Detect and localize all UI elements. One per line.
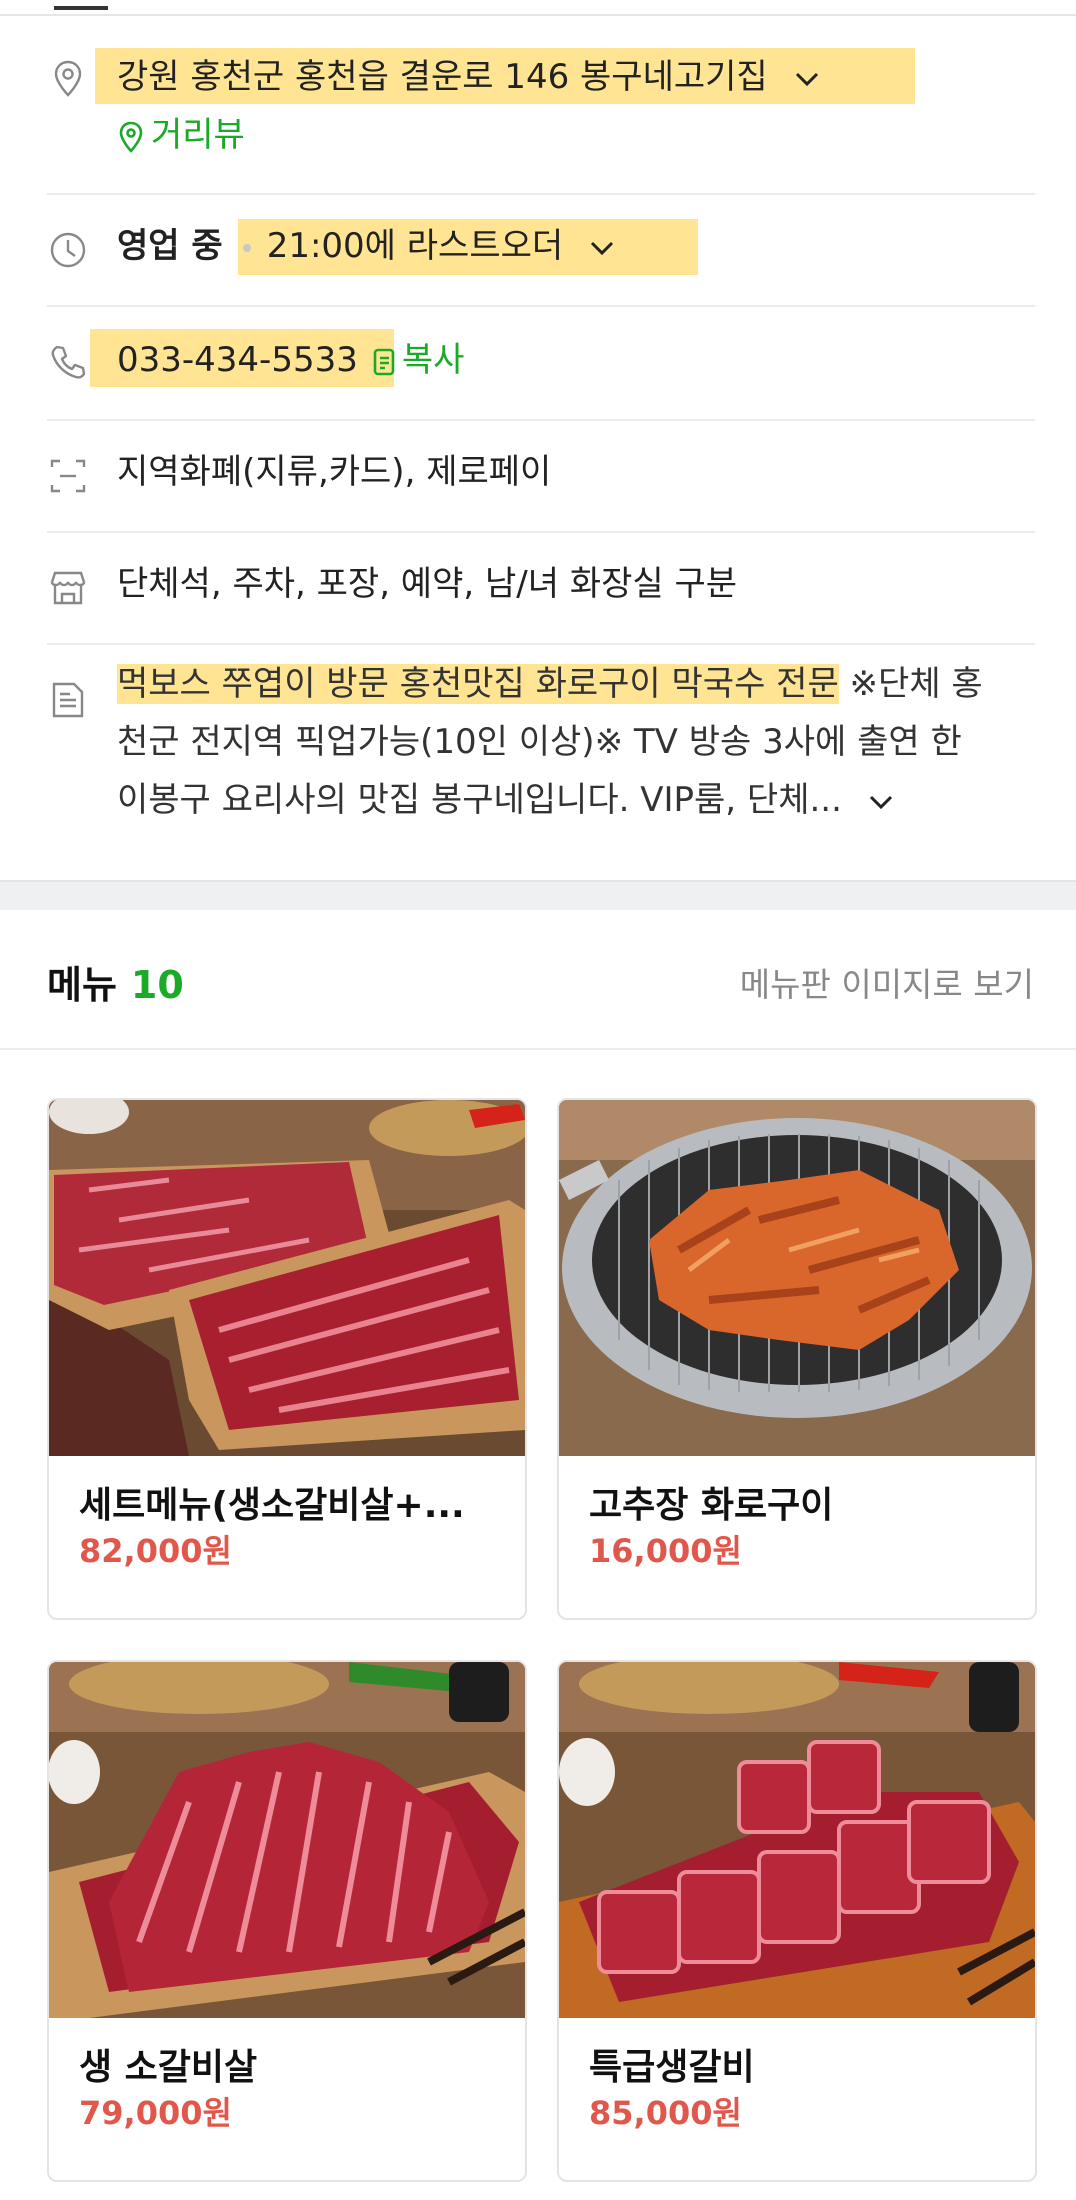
menu-name: 생 소갈비살: [79, 2047, 258, 2088]
description-line2: 천군 전지역 픽업가능(10인 이상)※ TV 방송 3사에 출연 한: [117, 722, 962, 762]
phone-row: 033-434-5533 복사: [47, 305, 1035, 421]
description-line3: 이봉구 요리사의 맛집 봉구네입니다. VIP룸, 단체...: [117, 780, 842, 820]
menu-name: 세트메뉴(생소갈비살+...: [79, 1485, 465, 1526]
phone-line: 033-434-5533 복사: [117, 337, 464, 383]
phone-number[interactable]: 033-434-5533: [117, 340, 358, 380]
scan-pay-icon: [47, 455, 89, 497]
menu-photo: [559, 1662, 1035, 2018]
store-icon: [47, 567, 89, 609]
menu-photo: [49, 1100, 525, 1456]
menu-photo: [49, 1662, 525, 2018]
payment-text: 지역화폐(지류,카드), 제로페이: [117, 452, 552, 492]
menu-photo: [559, 1100, 1035, 1456]
separator-dot: [242, 243, 251, 252]
menu-board-image-link[interactable]: 메뉴판 이미지로 보기: [740, 958, 1034, 1006]
menu-price: 79,000원: [79, 2094, 232, 2132]
menu-name: 특급생갈비: [589, 2047, 755, 2088]
open-status: 영업 중: [117, 226, 223, 266]
menu-title-label: 메뉴: [47, 963, 117, 1007]
menu-price: 16,000원: [589, 1532, 742, 1570]
address-text: 강원 홍천군 홍천읍 결운로 146 봉구네고기집: [117, 57, 768, 97]
chevron-down-icon: [795, 72, 818, 86]
payment-row: 지역화폐(지류,카드), 제로페이: [47, 419, 1035, 533]
hours-button[interactable]: 영업 중 21:00에 라스트오더: [117, 223, 616, 269]
menu-title: 메뉴 10: [47, 954, 184, 1009]
facilities-row: 단체석, 주차, 포장, 예약, 남/녀 화장실 구분: [47, 531, 1035, 645]
menu-header: 메뉴 10 메뉴판 이미지로 보기: [0, 908, 1076, 1050]
phone-icon: [47, 341, 89, 383]
chevron-down-icon: [590, 241, 614, 255]
copy-icon: [373, 348, 395, 375]
facilities-text: 단체석, 주차, 포장, 예약, 남/녀 화장실 구분: [117, 564, 738, 604]
description-row[interactable]: 먹보스 쭈엽이 방문 홍천맛집 화로구이 막국수 전문 ※단체 홍 천군 전지역…: [47, 643, 1035, 878]
description-line1-rest: ※단체 홍: [849, 664, 983, 704]
chevron-down-icon[interactable]: [867, 792, 895, 812]
menu-card[interactable]: 생 소갈비살 79,000원: [47, 1660, 527, 2182]
address-row: 강원 홍천군 홍천읍 결운로 146 봉구네고기집 거리뷰: [47, 40, 1035, 195]
location-pin-icon: [47, 58, 89, 100]
hours-row: 영업 중 21:00에 라스트오더: [47, 193, 1035, 307]
copy-button[interactable]: 복사: [372, 340, 465, 380]
active-tab-indicator: [54, 6, 108, 10]
map-pin-icon: [119, 121, 143, 153]
top-tab-bar: [0, 0, 1076, 16]
section-divider: [0, 880, 1076, 910]
document-icon: [47, 679, 89, 721]
clock-icon: [47, 229, 89, 271]
menu-name: 고추장 화로구이: [589, 1485, 834, 1526]
street-view-link[interactable]: 거리뷰: [117, 112, 245, 158]
last-order-text: 21:00에 라스트오더: [266, 226, 564, 266]
menu-price: 82,000원: [79, 1532, 232, 1570]
street-view-label: 거리뷰: [151, 115, 245, 155]
description-text: 먹보스 쭈엽이 방문 홍천맛집 화로구이 막국수 전문 ※단체 홍 천군 전지역…: [117, 655, 1035, 829]
menu-card[interactable]: 특급생갈비 85,000원: [557, 1660, 1037, 2182]
menu-card[interactable]: 세트메뉴(생소갈비살+... 82,000원: [47, 1098, 527, 1620]
copy-label: 복사: [401, 340, 465, 380]
address-button[interactable]: 강원 홍천군 홍천읍 결운로 146 봉구네고기집: [117, 54, 821, 100]
menu-card[interactable]: 고추장 화로구이 16,000원: [557, 1098, 1037, 1620]
menu-price: 85,000원: [589, 2094, 742, 2132]
menu-count: 10: [130, 963, 184, 1007]
description-highlight: 먹보스 쭈엽이 방문 홍천맛집 화로구이 막국수 전문: [117, 664, 839, 704]
